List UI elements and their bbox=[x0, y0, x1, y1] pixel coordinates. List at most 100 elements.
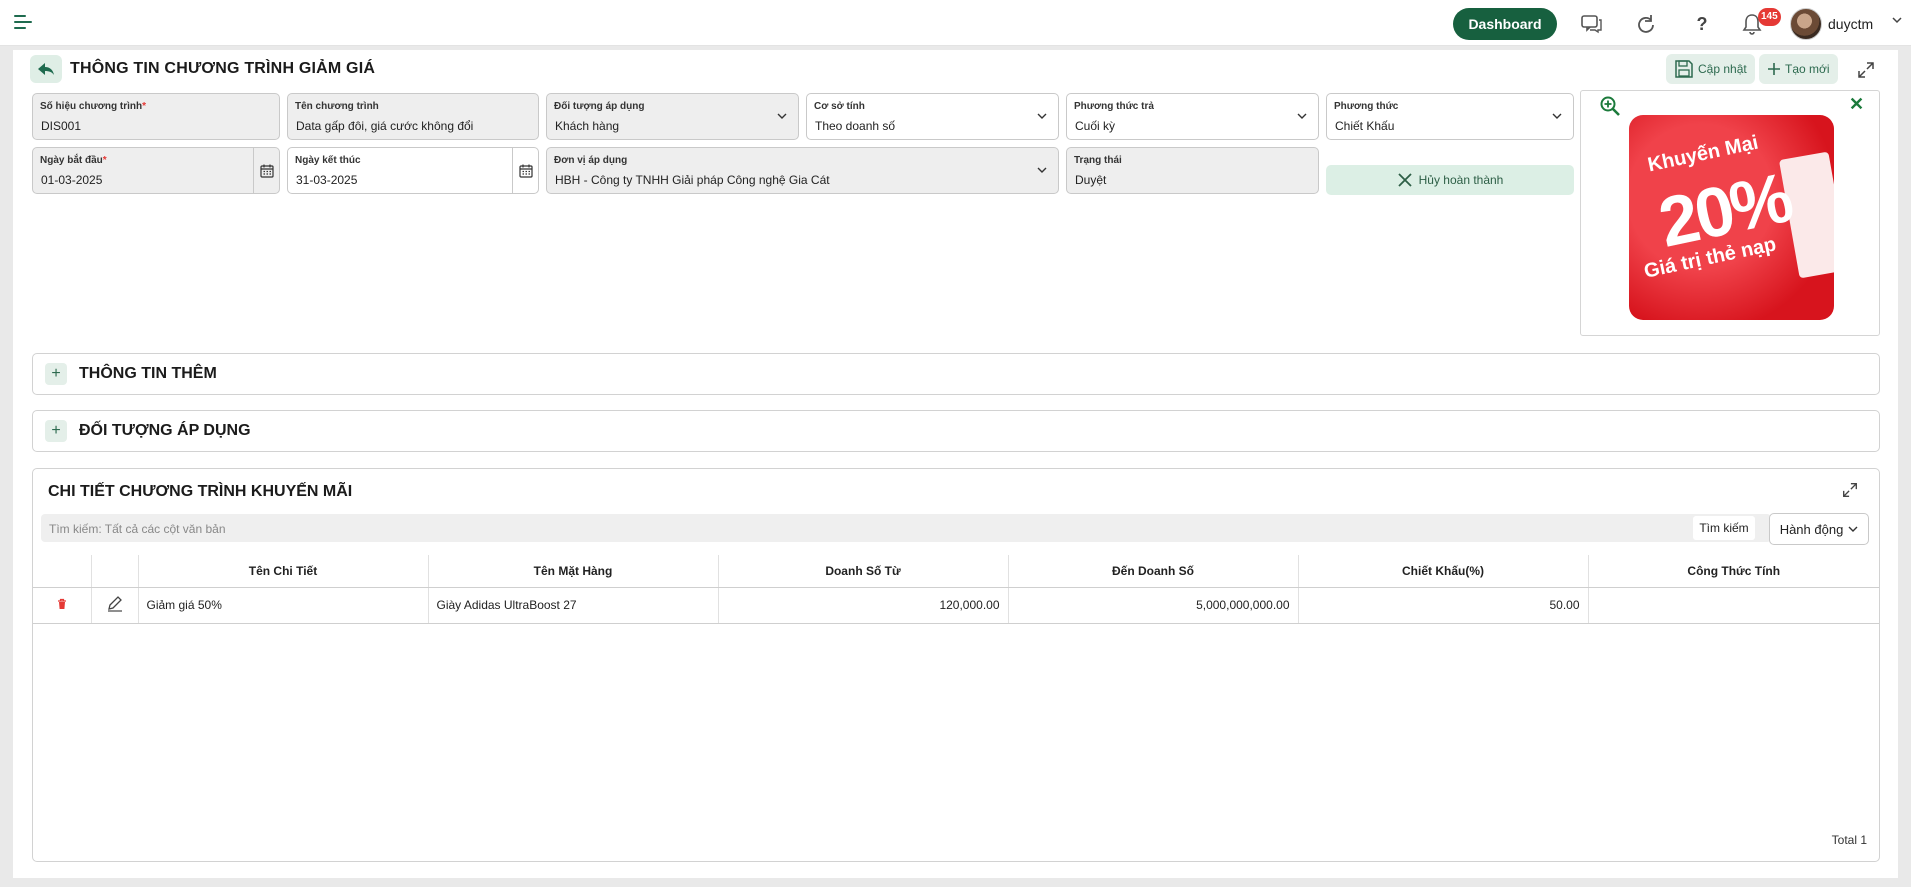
chevron-down-icon bbox=[777, 113, 787, 119]
trash-icon[interactable] bbox=[56, 598, 68, 610]
column-header[interactable]: Công Thức Tính bbox=[1588, 555, 1879, 588]
target-label: Đối tượng áp dụng bbox=[554, 101, 645, 112]
status-label: Trạng thái bbox=[1074, 155, 1122, 166]
end-date-label: Ngày kết thúc bbox=[295, 155, 361, 166]
create-new-label: Tạo mới bbox=[1785, 62, 1830, 76]
username[interactable]: duyctm bbox=[1828, 16, 1873, 32]
column-header[interactable]: Tên Mặt Hàng bbox=[428, 555, 719, 588]
payment-method-label: Phương thức trả bbox=[1074, 101, 1154, 112]
table-row[interactable]: Giảm giá 50% Giày Adidas UltraBoost 27 1… bbox=[33, 587, 1879, 624]
program-name-label: Tên chương trình bbox=[295, 101, 379, 112]
total-count: Total 1 bbox=[1831, 833, 1867, 847]
end-date-field[interactable]: Ngày kết thúc 31-03-2025 bbox=[287, 147, 539, 194]
fullscreen-icon[interactable] bbox=[1856, 60, 1876, 80]
close-icon bbox=[1397, 173, 1412, 187]
chevron-down-icon bbox=[1552, 113, 1562, 119]
status-value: Duyệt bbox=[1075, 173, 1107, 187]
method-value: Chiết Khấu bbox=[1335, 119, 1395, 133]
chevron-down-icon bbox=[1848, 526, 1858, 532]
targets-section[interactable]: + ĐỐI TƯỢNG ÁP DỤNG bbox=[32, 410, 1880, 452]
chevron-down-icon bbox=[1297, 113, 1307, 119]
search-input[interactable]: Tìm kiếm: Tất cả các cột văn bản bbox=[41, 514, 1771, 542]
avatar[interactable] bbox=[1790, 8, 1822, 40]
top-bar: Dashboard ? 145 duyctm bbox=[0, 0, 1911, 46]
cell-sales-from: 120,000.00 bbox=[718, 587, 1009, 624]
expand-plus-icon[interactable]: + bbox=[45, 363, 67, 385]
cell-detail-name: Giảm giá 50% bbox=[138, 587, 429, 624]
end-date-value: 31-03-2025 bbox=[296, 173, 358, 187]
unit-select[interactable]: Đơn vị áp dụng HBH - Công ty TNHH Giải p… bbox=[546, 147, 1059, 194]
detail-section: CHI TIẾT CHƯƠNG TRÌNH KHUYẾN MÃI Tìm kiế… bbox=[32, 468, 1880, 862]
column-header[interactable]: Doanh Số Từ bbox=[718, 555, 1009, 588]
promo-image: Khuyến Mại 20% Giá trị thẻ nạp bbox=[1629, 115, 1834, 320]
basis-select[interactable]: Cơ sở tính Theo doanh số bbox=[806, 93, 1059, 140]
program-code-value: DIS001 bbox=[41, 119, 82, 133]
dashboard-button[interactable]: Dashboard bbox=[1453, 8, 1557, 40]
calendar-icon[interactable] bbox=[512, 148, 538, 193]
chat-icon[interactable] bbox=[1580, 12, 1604, 36]
fullscreen-icon[interactable] bbox=[1841, 481, 1861, 501]
action-dropdown[interactable]: Hành động bbox=[1769, 513, 1869, 545]
program-name-value: Data gấp đôi, giá cước không đổi bbox=[296, 119, 474, 133]
back-button[interactable] bbox=[30, 55, 62, 83]
start-date-field[interactable]: Ngày bắt đầu* 01-03-2025 bbox=[32, 147, 280, 194]
program-name-field[interactable]: Tên chương trình Data gấp đôi, giá cước … bbox=[287, 93, 539, 140]
update-label: Cập nhật bbox=[1698, 62, 1747, 76]
unit-label: Đơn vị áp dụng bbox=[554, 155, 628, 166]
create-new-button[interactable]: Tạo mới bbox=[1759, 54, 1838, 84]
cell-sales-to: 5,000,000,000.00 bbox=[1008, 587, 1299, 624]
notification-badge: 145 bbox=[1758, 8, 1781, 26]
more-info-title: THÔNG TIN THÊM bbox=[79, 365, 217, 382]
search-button[interactable]: Tìm kiếm bbox=[1693, 516, 1755, 540]
cell-formula bbox=[1588, 587, 1879, 624]
pencil-icon[interactable] bbox=[106, 595, 124, 613]
payment-method-select[interactable]: Phương thức trả Cuối kỳ bbox=[1066, 93, 1319, 140]
chevron-down-icon bbox=[1037, 167, 1047, 173]
edit-cell bbox=[91, 587, 139, 624]
refresh-icon[interactable] bbox=[1634, 12, 1658, 36]
chevron-down-icon[interactable] bbox=[1892, 15, 1902, 28]
detail-table: Tên Chi Tiết Tên Mặt Hàng Doanh Số Từ Đế… bbox=[33, 555, 1879, 624]
basis-value: Theo doanh số bbox=[815, 119, 896, 133]
target-value: Khách hàng bbox=[555, 119, 620, 133]
help-icon[interactable]: ? bbox=[1690, 12, 1714, 36]
image-preview: ✕ Khuyến Mại 20% Giá trị thẻ nạp bbox=[1580, 90, 1880, 336]
calendar-icon[interactable] bbox=[253, 148, 279, 193]
more-info-section[interactable]: + THÔNG TIN THÊM bbox=[32, 353, 1880, 395]
method-label: Phương thức bbox=[1334, 101, 1399, 112]
menu-icon[interactable] bbox=[14, 15, 32, 29]
action-label: Hành động bbox=[1779, 521, 1844, 537]
required-marker: * bbox=[102, 155, 107, 166]
detail-title: CHI TIẾT CHƯƠNG TRÌNH KHUYẾN MÃI bbox=[48, 483, 353, 500]
delete-cell bbox=[33, 587, 92, 624]
table-header-row: Tên Chi Tiết Tên Mặt Hàng Doanh Số Từ Đế… bbox=[33, 555, 1879, 588]
back-arrow-icon bbox=[38, 63, 54, 75]
start-date-label: Ngày bắt đầu bbox=[40, 155, 103, 166]
plus-icon bbox=[1768, 63, 1780, 75]
save-icon bbox=[1675, 60, 1693, 78]
start-date-value: 01-03-2025 bbox=[41, 173, 103, 187]
search-placeholder: Tìm kiếm: Tất cả các cột văn bản bbox=[49, 522, 226, 536]
method-select[interactable]: Phương thức Chiết Khấu bbox=[1326, 93, 1574, 140]
cancel-complete-button[interactable]: Hủy hoàn thành bbox=[1326, 165, 1574, 195]
payment-method-value: Cuối kỳ bbox=[1075, 119, 1116, 133]
update-button[interactable]: Cập nhật bbox=[1666, 54, 1755, 84]
basis-label: Cơ sở tính bbox=[814, 101, 865, 112]
column-header[interactable]: Chiết Khấu(%) bbox=[1298, 555, 1589, 588]
unit-value: HBH - Công ty TNHH Giải pháp Công nghệ G… bbox=[555, 173, 830, 187]
zoom-in-icon[interactable] bbox=[1599, 95, 1621, 120]
column-header[interactable]: Đến Doanh Số bbox=[1008, 555, 1299, 588]
cancel-complete-label: Hủy hoàn thành bbox=[1418, 173, 1504, 187]
target-select[interactable]: Đối tượng áp dụng Khách hàng bbox=[546, 93, 799, 140]
close-icon[interactable]: ✕ bbox=[1849, 94, 1864, 115]
chevron-down-icon bbox=[1037, 113, 1047, 119]
column-header[interactable]: Tên Chi Tiết bbox=[138, 555, 429, 588]
status-field: Trạng thái Duyệt bbox=[1066, 147, 1319, 194]
program-code-field[interactable]: Số hiệu chương trình* DIS001 bbox=[32, 93, 280, 140]
column-header-edit bbox=[91, 555, 139, 588]
expand-plus-icon[interactable]: + bbox=[45, 420, 67, 442]
required-marker: * bbox=[142, 101, 147, 112]
program-code-label: Số hiệu chương trình bbox=[40, 101, 143, 112]
page-title: THÔNG TIN CHƯƠNG TRÌNH GIẢM GIÁ bbox=[70, 60, 376, 77]
cell-discount: 50.00 bbox=[1298, 587, 1589, 624]
